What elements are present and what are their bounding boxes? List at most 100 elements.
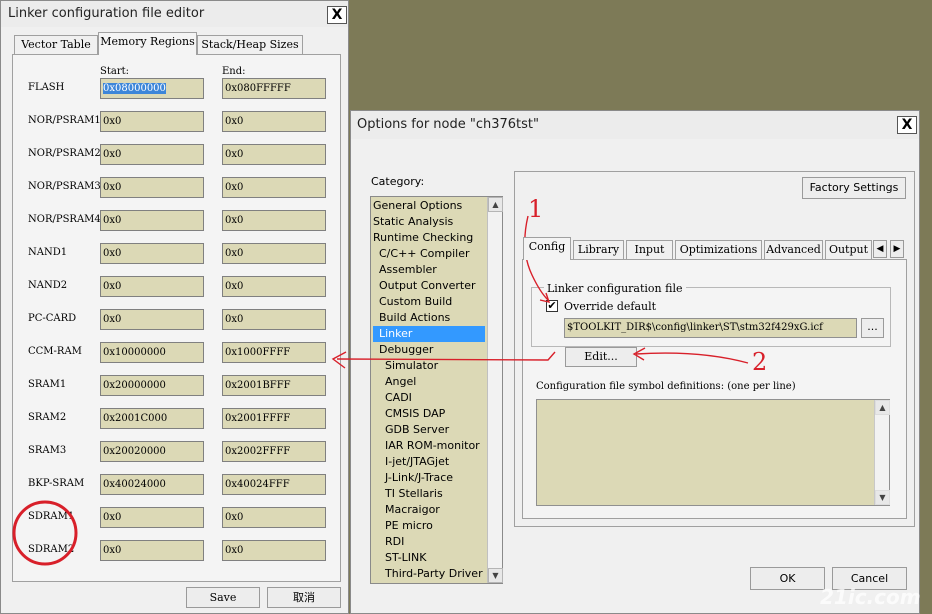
scroll-down-icon[interactable]: ▼ bbox=[488, 568, 503, 583]
region-label: NOR/PSRAM1 bbox=[28, 115, 101, 126]
region-end-field[interactable]: 0x0 bbox=[222, 243, 326, 264]
category-item[interactable]: CMSIS DAP bbox=[373, 406, 485, 422]
region-start-value: 0x2001C000 bbox=[103, 413, 168, 424]
region-start-field[interactable]: 0x40024000 bbox=[100, 474, 204, 495]
region-start-value: 0x0 bbox=[103, 182, 122, 193]
region-start-field[interactable]: 0x0 bbox=[100, 276, 204, 297]
region-end-field[interactable]: 0x2001FFFF bbox=[222, 408, 326, 429]
category-item[interactable]: Assembler bbox=[373, 262, 485, 278]
region-end-field[interactable]: 0x0 bbox=[222, 276, 326, 297]
region-label: NAND1 bbox=[28, 247, 68, 258]
region-start-value: 0x0 bbox=[103, 281, 122, 292]
region-start-field[interactable]: 0x0 bbox=[100, 144, 204, 165]
tab-scroll-right-icon[interactable]: ▶ bbox=[890, 240, 904, 258]
region-start-field[interactable]: 0x2001C000 bbox=[100, 408, 204, 429]
tab-config[interactable]: Config bbox=[523, 237, 571, 260]
category-item[interactable]: Debugger bbox=[373, 342, 485, 358]
category-item[interactable]: General Options bbox=[373, 198, 485, 214]
region-end-field[interactable]: 0x0 bbox=[222, 144, 326, 165]
linker-editor-close-icon[interactable]: X bbox=[327, 6, 347, 24]
region-start-field[interactable]: 0x0 bbox=[100, 210, 204, 231]
region-end-field[interactable]: 0x0 bbox=[222, 111, 326, 132]
tab-optimizations[interactable]: Optimizations bbox=[675, 240, 762, 260]
category-item[interactable]: ST-LINK bbox=[373, 550, 485, 566]
region-start-field[interactable]: 0x08000000 bbox=[100, 78, 204, 99]
tab-scroll-left-icon[interactable]: ◀ bbox=[873, 240, 887, 258]
tab-output[interactable]: Output bbox=[825, 240, 872, 260]
category-item[interactable]: Simulator bbox=[373, 358, 485, 374]
watermark: 21ic.com bbox=[820, 585, 921, 609]
category-item[interactable]: PE micro bbox=[373, 518, 485, 534]
category-item[interactable]: TI Stellaris bbox=[373, 486, 485, 502]
save-button[interactable]: Save bbox=[186, 587, 260, 608]
cancel-button[interactable]: 取消 bbox=[267, 587, 341, 608]
region-start-field[interactable]: 0x0 bbox=[100, 507, 204, 528]
region-end-field[interactable]: 0x0 bbox=[222, 540, 326, 561]
region-start-field[interactable]: 0x20020000 bbox=[100, 441, 204, 462]
factory-settings-button[interactable]: Factory Settings bbox=[802, 177, 906, 199]
region-end-field[interactable]: 0x0 bbox=[222, 177, 326, 198]
category-item[interactable]: Linker bbox=[373, 326, 485, 342]
region-start-field[interactable]: 0x20000000 bbox=[100, 375, 204, 396]
category-item[interactable]: Static Analysis bbox=[373, 214, 485, 230]
category-item[interactable]: IAR ROM-monitor bbox=[373, 438, 485, 454]
options-titlebar[interactable]: Options for node "ch376tst" X bbox=[351, 111, 919, 139]
category-item[interactable]: J-Link/J-Trace bbox=[373, 470, 485, 486]
override-checkbox[interactable]: ✔ bbox=[546, 300, 558, 312]
region-end-field[interactable]: 0x0 bbox=[222, 210, 326, 231]
region-start-value: 0x08000000 bbox=[103, 83, 166, 94]
region-end-field[interactable]: 0x2002FFFF bbox=[222, 441, 326, 462]
category-item[interactable]: RDI bbox=[373, 534, 485, 550]
category-item[interactable]: Third-Party Driver bbox=[373, 566, 485, 582]
tab-advanced[interactable]: Advanced bbox=[764, 240, 823, 260]
region-start-field[interactable]: 0x10000000 bbox=[100, 342, 204, 363]
edit-button[interactable]: Edit... bbox=[565, 347, 637, 367]
region-start-value: 0x0 bbox=[103, 116, 122, 127]
region-label: NOR/PSRAM4 bbox=[28, 214, 101, 225]
options-close-icon[interactable]: X bbox=[897, 116, 917, 134]
tab-library[interactable]: Library bbox=[573, 240, 624, 260]
category-item[interactable]: Runtime Checking bbox=[373, 230, 485, 246]
browse-button[interactable]: ... bbox=[861, 318, 884, 338]
tab-input[interactable]: Input bbox=[626, 240, 673, 260]
override-default-label[interactable]: Override default bbox=[564, 300, 656, 313]
linker-editor-titlebar[interactable]: Linker configuration file editor X bbox=[1, 1, 348, 27]
region-end-field[interactable]: 0x0 bbox=[222, 309, 326, 330]
category-item[interactable]: Macraigor bbox=[373, 502, 485, 518]
textarea-scrollbar[interactable]: ▲ ▼ bbox=[874, 400, 890, 505]
category-item[interactable]: Custom Build bbox=[373, 294, 485, 310]
textarea-scroll-up-icon[interactable]: ▲ bbox=[875, 400, 890, 415]
region-start-value: 0x10000000 bbox=[103, 347, 166, 358]
category-item[interactable]: C/C++ Compiler bbox=[373, 246, 485, 262]
category-list[interactable]: General Options Static Analysis Runtime Ch… bbox=[370, 196, 503, 584]
tab-memory-regions[interactable]: Memory Regions bbox=[98, 32, 197, 55]
tab-stack-heap-sizes[interactable]: Stack/Heap Sizes bbox=[197, 35, 303, 55]
category-item[interactable]: Output Converter bbox=[373, 278, 485, 294]
region-start-field[interactable]: 0x0 bbox=[100, 243, 204, 264]
category-item[interactable]: CADI bbox=[373, 390, 485, 406]
region-start-field[interactable]: 0x0 bbox=[100, 540, 204, 561]
textarea-scroll-down-icon[interactable]: ▼ bbox=[875, 490, 890, 505]
region-start-value: 0x0 bbox=[103, 149, 122, 160]
region-end-field[interactable]: 0x080FFFFF bbox=[222, 78, 326, 99]
region-end-field[interactable]: 0x1000FFFF bbox=[222, 342, 326, 363]
category-item[interactable]: Build Actions bbox=[373, 310, 485, 326]
symbol-definitions-textarea[interactable]: ▲ ▼ bbox=[536, 399, 890, 506]
region-start-field[interactable]: 0x0 bbox=[100, 111, 204, 132]
region-start-field[interactable]: 0x0 bbox=[100, 309, 204, 330]
category-item[interactable]: GDB Server bbox=[373, 422, 485, 438]
tab-vector-table[interactable]: Vector Table bbox=[14, 35, 98, 55]
region-end-field[interactable]: 0x2001BFFF bbox=[222, 375, 326, 396]
region-end-field[interactable]: 0x40024FFF bbox=[222, 474, 326, 495]
region-label: SRAM2 bbox=[28, 412, 67, 423]
scroll-up-icon[interactable]: ▲ bbox=[488, 197, 503, 212]
config-file-path-field[interactable]: $TOOLKIT_DIR$\config\linker\ST\stm32f429… bbox=[564, 318, 857, 338]
category-scrollbar[interactable]: ▲ ▼ bbox=[487, 197, 503, 583]
category-item[interactable]: I-jet/JTAGjet bbox=[373, 454, 485, 470]
category-item[interactable]: Angel bbox=[373, 374, 485, 390]
region-start-value: 0x0 bbox=[103, 314, 122, 325]
region-end-field[interactable]: 0x0 bbox=[222, 507, 326, 528]
region-start-field[interactable]: 0x0 bbox=[100, 177, 204, 198]
ok-button[interactable]: OK bbox=[750, 567, 825, 590]
checkbox-check-icon: ✔ bbox=[547, 299, 557, 312]
